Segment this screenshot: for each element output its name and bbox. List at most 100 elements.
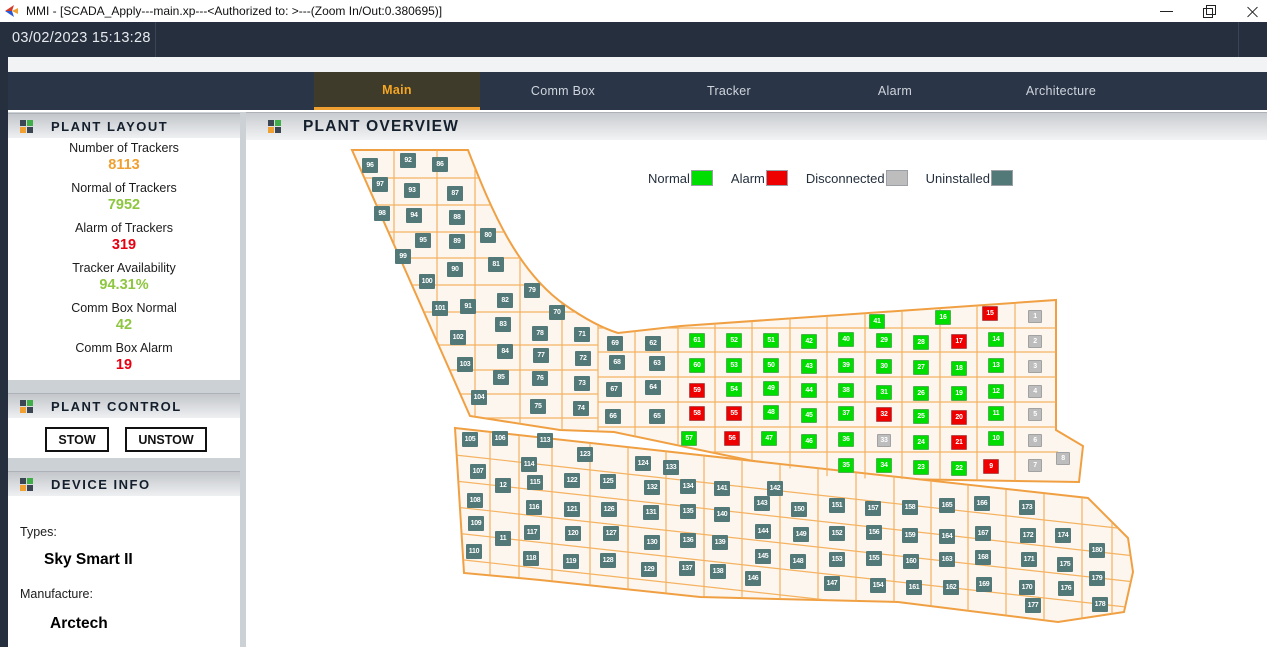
- tracker-box-159[interactable]: 159: [902, 528, 918, 543]
- tracker-box-174[interactable]: 174: [1055, 528, 1071, 543]
- tracker-box-56[interactable]: 56: [724, 431, 740, 446]
- tracker-box-77[interactable]: 77: [533, 348, 549, 363]
- tracker-box-138[interactable]: 138: [710, 564, 726, 579]
- tracker-box-18[interactable]: 18: [951, 361, 967, 376]
- tracker-box-70[interactable]: 70: [549, 305, 565, 320]
- tracker-box-28[interactable]: 28: [913, 335, 929, 350]
- tracker-box-55[interactable]: 55: [726, 406, 742, 421]
- tracker-box-57[interactable]: 57: [681, 431, 697, 446]
- tracker-box-137[interactable]: 137: [679, 561, 695, 576]
- tracker-box-179[interactable]: 179: [1089, 571, 1105, 586]
- tracker-box-117[interactable]: 117: [524, 525, 540, 540]
- tracker-box-107[interactable]: 107: [470, 464, 486, 479]
- tracker-box-1[interactable]: 1: [1028, 310, 1042, 323]
- tracker-box-33[interactable]: 33: [877, 434, 891, 447]
- tracker-box-14[interactable]: 14: [988, 332, 1004, 347]
- tracker-box-40[interactable]: 40: [838, 332, 854, 347]
- tracker-box-10[interactable]: 10: [988, 431, 1004, 446]
- tracker-box-91[interactable]: 91: [460, 299, 476, 314]
- tracker-box-145[interactable]: 145: [755, 549, 771, 564]
- tracker-box-157[interactable]: 157: [865, 501, 881, 516]
- tracker-box-49[interactable]: 49: [763, 381, 779, 396]
- tracker-box-41[interactable]: 41: [869, 314, 885, 329]
- tracker-box-94[interactable]: 94: [406, 208, 422, 223]
- tracker-box-38[interactable]: 38: [838, 383, 854, 398]
- tracker-box-110[interactable]: 110: [466, 544, 482, 559]
- tracker-box-80[interactable]: 80: [480, 228, 496, 243]
- tracker-box-119[interactable]: 119: [563, 554, 579, 569]
- tracker-box-47[interactable]: 47: [761, 431, 777, 446]
- tracker-box-139[interactable]: 139: [712, 535, 728, 550]
- tracker-box-13[interactable]: 13: [988, 358, 1004, 373]
- tracker-box-88[interactable]: 88: [449, 210, 465, 225]
- tracker-box-66[interactable]: 66: [605, 409, 621, 424]
- tracker-box-30[interactable]: 30: [876, 359, 892, 374]
- tracker-box-54[interactable]: 54: [726, 382, 742, 397]
- tracker-box-103[interactable]: 103: [457, 357, 473, 372]
- tracker-box-34[interactable]: 34: [876, 458, 892, 473]
- tracker-box-128[interactable]: 128: [600, 553, 616, 568]
- tracker-box-177[interactable]: 177: [1025, 598, 1041, 613]
- tracker-box-12[interactable]: 12: [988, 384, 1004, 399]
- tracker-box-180[interactable]: 180: [1089, 543, 1105, 558]
- tracker-box-104[interactable]: 104: [471, 390, 487, 405]
- tracker-box-16[interactable]: 16: [935, 310, 951, 325]
- tracker-box-172[interactable]: 172: [1020, 528, 1036, 543]
- tracker-box-118[interactable]: 118: [523, 551, 539, 566]
- tracker-box-178[interactable]: 178: [1092, 597, 1108, 612]
- tracker-box-123[interactable]: 123: [577, 447, 593, 462]
- tracker-box-98[interactable]: 98: [374, 206, 390, 221]
- tracker-box-85[interactable]: 85: [493, 370, 509, 385]
- tracker-box-166[interactable]: 166: [974, 496, 990, 511]
- tracker-box-144[interactable]: 144: [755, 524, 771, 539]
- tracker-box-58[interactable]: 58: [689, 406, 705, 421]
- tracker-box-44[interactable]: 44: [801, 383, 817, 398]
- tracker-box-142[interactable]: 142: [767, 481, 783, 496]
- tracker-box-170[interactable]: 170: [1019, 580, 1035, 595]
- tracker-box-8[interactable]: 8: [1056, 452, 1070, 465]
- tracker-box-61[interactable]: 61: [689, 333, 705, 348]
- tracker-box-153[interactable]: 153: [829, 552, 845, 567]
- tracker-box-115[interactable]: 115: [527, 475, 543, 490]
- tracker-box-62[interactable]: 62: [645, 336, 661, 351]
- tracker-box-65[interactable]: 65: [649, 409, 665, 424]
- tracker-box-96[interactable]: 96: [362, 158, 378, 173]
- tracker-box-160[interactable]: 160: [903, 554, 919, 569]
- tracker-box-20[interactable]: 20: [951, 410, 967, 425]
- tracker-box-7[interactable]: 7: [1028, 459, 1042, 472]
- tracker-box-105[interactable]: 105: [462, 432, 478, 447]
- tab-alarm[interactable]: Alarm: [812, 72, 978, 110]
- tracker-box-133[interactable]: 133: [663, 460, 679, 475]
- tracker-box-76[interactable]: 76: [532, 371, 548, 386]
- tracker-box-165[interactable]: 165: [939, 498, 955, 513]
- tracker-box-29[interactable]: 29: [876, 333, 892, 348]
- tracker-box-27[interactable]: 27: [913, 360, 929, 375]
- tracker-box-150[interactable]: 150: [791, 502, 807, 517]
- tracker-box-26[interactable]: 26: [913, 386, 929, 401]
- tracker-box-120[interactable]: 120: [565, 526, 581, 541]
- tracker-box-83[interactable]: 83: [495, 317, 511, 332]
- tracker-box-68[interactable]: 68: [609, 355, 625, 370]
- tracker-box-149[interactable]: 149: [793, 527, 809, 542]
- tracker-box-122[interactable]: 122: [564, 473, 580, 488]
- tracker-box-154[interactable]: 154: [870, 578, 886, 593]
- tracker-box-169[interactable]: 169: [976, 577, 992, 592]
- tracker-box-69[interactable]: 69: [607, 336, 623, 351]
- tracker-box-50[interactable]: 50: [763, 358, 779, 373]
- tracker-box-81[interactable]: 81: [488, 257, 504, 272]
- tracker-box-63[interactable]: 63: [649, 356, 665, 371]
- tracker-box-161[interactable]: 161: [906, 580, 922, 595]
- tracker-box-45[interactable]: 45: [801, 408, 817, 423]
- tracker-box-152[interactable]: 152: [829, 526, 845, 541]
- tracker-box-39[interactable]: 39: [838, 358, 854, 373]
- tracker-box-116[interactable]: 116: [526, 500, 542, 515]
- tracker-box-134[interactable]: 134: [680, 479, 696, 494]
- tracker-box-130[interactable]: 130: [644, 535, 660, 550]
- tracker-box-5[interactable]: 5: [1028, 408, 1042, 421]
- tracker-box-136[interactable]: 136: [680, 533, 696, 548]
- restore-icon[interactable]: [1203, 5, 1216, 18]
- tracker-box-141[interactable]: 141: [714, 481, 730, 496]
- minimize-icon[interactable]: [1160, 5, 1173, 18]
- tracker-box-71[interactable]: 71: [574, 327, 590, 342]
- tracker-box-60[interactable]: 60: [689, 358, 705, 373]
